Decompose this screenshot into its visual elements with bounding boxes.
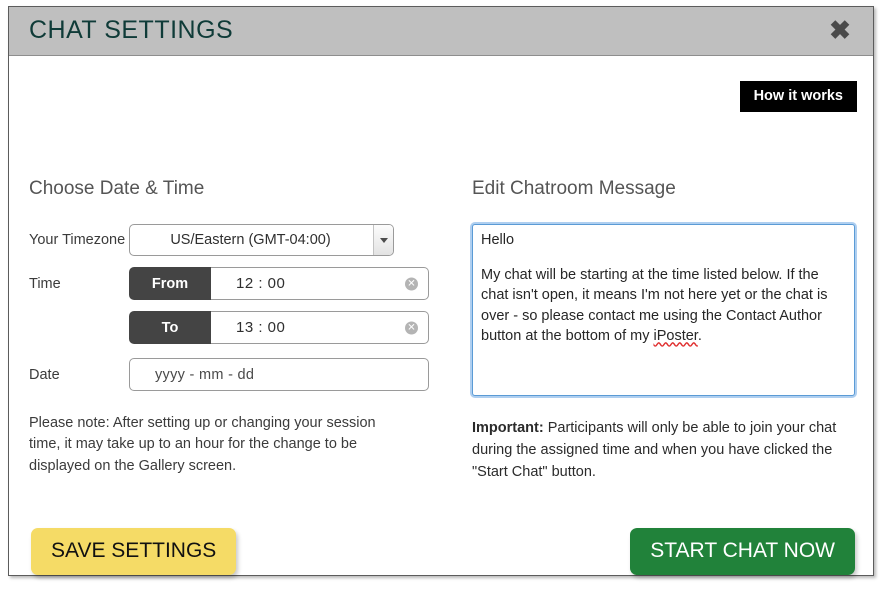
choose-date-time-section: Choose Date & Time Your Timezone US/East… [29,178,429,477]
date-placeholder: yyyy - mm - dd [155,366,255,383]
time-to-value: 13 : 00 [236,319,286,336]
edit-chatroom-message-section: Edit Chatroom Message Hello My chat will… [472,178,857,483]
time-label: Time [29,275,61,292]
timezone-selected-value: US/Eastern (GMT-04:00) [170,232,331,248]
clear-from-time-icon[interactable]: ✕ [405,277,418,290]
page-title: CHAT SETTINGS [29,16,234,44]
time-from-value: 12 : 00 [236,275,286,292]
dialog-body: How it works Choose Date & Time Your Tim… [9,56,873,576]
chat-settings-dialog: CHAT SETTINGS ✖ How it works Choose Date… [8,6,874,576]
message-body-part2: . [697,328,702,345]
date-label: Date [29,366,60,383]
close-icon[interactable]: ✖ [823,13,857,47]
date-row: Date yyyy - mm - dd [29,358,429,391]
message-greeting-line: Hello [481,232,515,248]
session-note-text: Please note: After setting up or changin… [29,415,376,474]
save-settings-button[interactable]: SAVE SETTINGS [31,528,237,575]
time-to-group: To 13 : 00 ✕ [129,311,429,344]
from-button[interactable]: From [129,267,211,300]
chatroom-message-textarea[interactable]: Hello My chat will be starting at the ti… [472,224,855,396]
how-it-works-button[interactable]: How it works [739,81,857,112]
time-to-row: To 13 : 00 ✕ [29,311,429,344]
timezone-label: Your Timezone [29,232,126,248]
section-heading-date-time: Choose Date & Time [29,178,205,199]
time-from-row: Time From 12 : 00 ✕ [29,267,429,300]
start-chat-now-button[interactable]: START CHAT NOW [630,528,855,575]
to-button[interactable]: To [129,311,211,344]
timezone-select[interactable]: US/Eastern (GMT-04:00) [129,224,394,256]
date-input[interactable]: yyyy - mm - dd [129,358,429,391]
important-prefix: Important: [472,420,544,436]
section-heading-message: Edit Chatroom Message [472,178,676,199]
chevron-down-icon [373,225,393,255]
clear-to-time-icon[interactable]: ✕ [405,321,418,334]
important-note: Important: Participants will only be abl… [472,418,852,483]
message-misspelled-word: iPoster [653,328,698,345]
dialog-header: CHAT SETTINGS ✖ [9,7,873,56]
time-from-input[interactable]: 12 : 00 ✕ [211,267,429,300]
time-from-group: From 12 : 00 ✕ [129,267,429,300]
time-to-input[interactable]: 13 : 00 ✕ [211,311,429,344]
message-body: My chat will be starting at the time lis… [481,265,846,347]
timezone-row: Your Timezone US/Eastern (GMT-04:00) [29,224,429,256]
